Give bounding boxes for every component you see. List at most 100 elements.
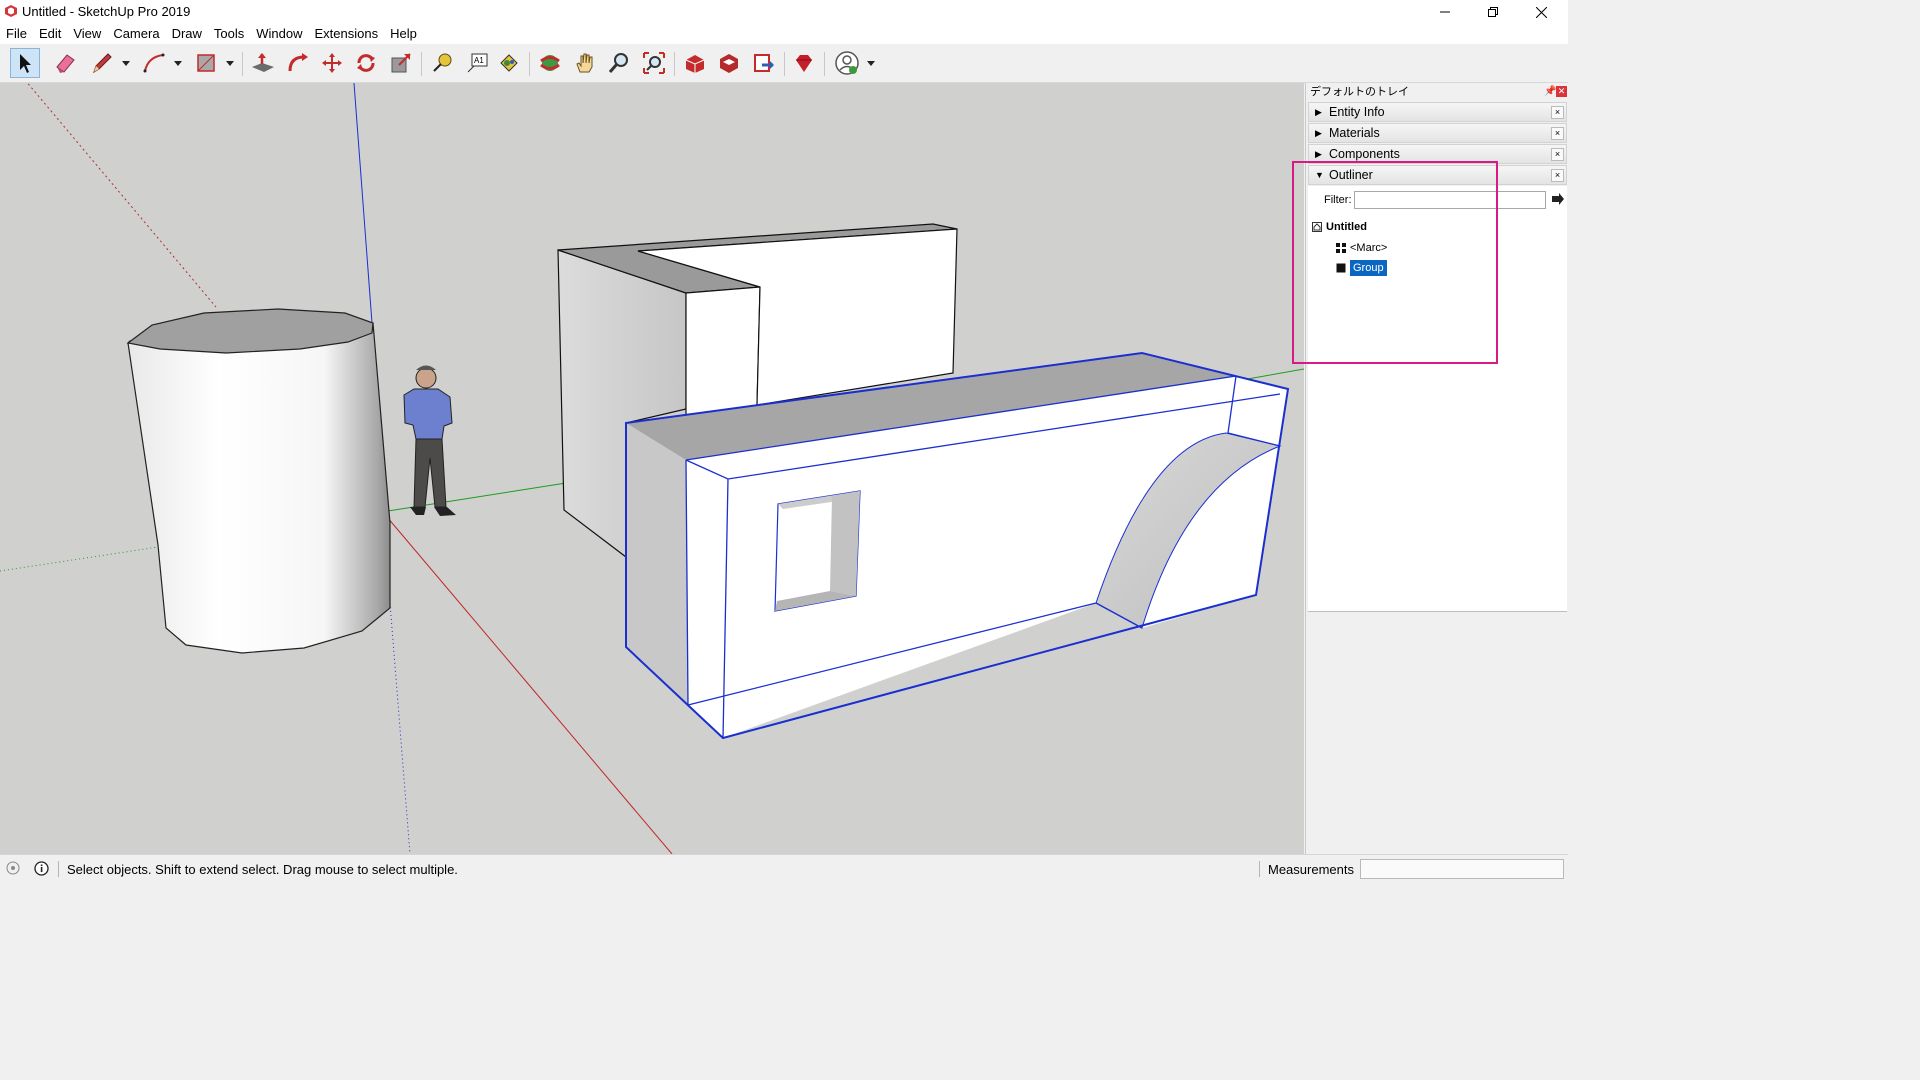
orbit-tool-button[interactable] xyxy=(535,48,565,78)
close-window-button[interactable] xyxy=(1518,0,1564,24)
component-icon xyxy=(1336,243,1346,254)
extension-warehouse-icon xyxy=(720,54,738,73)
tape-measure-icon xyxy=(433,53,452,72)
rectangle-tool-dropdown-icon[interactable] xyxy=(225,58,235,68)
zoom-extents-tool-button[interactable] xyxy=(639,48,669,78)
minimize-icon xyxy=(1440,11,1450,13)
move-icon xyxy=(322,53,342,73)
panel-title: Entity Info xyxy=(1329,105,1385,119)
follow-me-tool-button[interactable] xyxy=(283,48,313,78)
menu-window[interactable]: Window xyxy=(250,24,308,44)
panel-close-icon[interactable]: × xyxy=(1551,148,1564,161)
scale-tool-button[interactable] xyxy=(386,48,416,78)
warehouse-icon xyxy=(685,55,705,73)
info-icon[interactable] xyxy=(34,861,49,876)
panel-close-icon[interactable]: × xyxy=(1551,106,1564,119)
measurements-input[interactable] xyxy=(1360,859,1564,879)
outliner-details-arrow-icon[interactable] xyxy=(1551,192,1565,206)
drawing-viewport[interactable] xyxy=(0,83,1304,854)
default-tray: デフォルトのトレイ 📌 ✕ ▶ Entity Info × ▶ Material… xyxy=(1305,83,1569,854)
outliner-body: Filter: Untitled <Marc> Group xyxy=(1308,186,1567,612)
arc-icon xyxy=(143,53,165,73)
select-tool-button[interactable] xyxy=(10,48,40,78)
panel-title: Outliner xyxy=(1329,168,1373,182)
panel-components[interactable]: ▶ Components × xyxy=(1308,144,1567,164)
menu-tools[interactable]: Tools xyxy=(208,24,250,44)
person-figure[interactable] xyxy=(403,365,456,517)
red-axis-negative xyxy=(26,83,217,308)
panel-outliner[interactable]: ▼ Outliner × xyxy=(1308,165,1567,185)
menu-help[interactable]: Help xyxy=(384,24,423,44)
outliner-root[interactable]: Untitled xyxy=(1312,218,1552,236)
filter-label: Filter: xyxy=(1324,194,1352,206)
zoom-extents-icon xyxy=(643,52,665,74)
toolbar-separator xyxy=(242,52,243,76)
pan-hand-icon xyxy=(576,53,593,73)
eraser-tool-button[interactable] xyxy=(50,48,80,78)
sketchup-app-icon xyxy=(5,5,17,17)
menu-draw[interactable]: Draw xyxy=(166,24,208,44)
pan-tool-button[interactable] xyxy=(570,48,600,78)
outliner-item-group[interactable]: Group xyxy=(1336,258,1387,278)
model-scene[interactable] xyxy=(0,83,1304,854)
status-bar: Select objects. Shift to extend select. … xyxy=(0,854,1568,883)
measurements-label: Measurements xyxy=(1268,862,1354,877)
rectangle-tool-button[interactable] xyxy=(191,48,221,78)
move-tool-button[interactable] xyxy=(317,48,347,78)
filter-input[interactable] xyxy=(1354,191,1546,209)
send-to-layout-button[interactable] xyxy=(749,48,779,78)
layout-icon xyxy=(754,54,774,72)
arc-tool-dropdown-icon[interactable] xyxy=(173,58,183,68)
3d-warehouse-button[interactable] xyxy=(680,48,710,78)
line-tool-button[interactable] xyxy=(87,48,117,78)
toolbar: A1 xyxy=(0,44,1568,83)
panel-entity-info[interactable]: ▶ Entity Info × xyxy=(1308,102,1567,122)
account-button[interactable] xyxy=(832,48,862,78)
minimize-button[interactable] xyxy=(1422,0,1468,24)
menu-file[interactable]: File xyxy=(0,24,33,44)
tape-measure-tool-button[interactable] xyxy=(427,48,457,78)
arc-tool-button[interactable] xyxy=(139,48,169,78)
push-pull-tool-button[interactable] xyxy=(248,48,278,78)
selected-group-model[interactable] xyxy=(625,351,1290,740)
paint-bucket-tool-button[interactable] xyxy=(494,48,524,78)
text-label-icon: A1 xyxy=(467,53,488,73)
menu-bar: File Edit View Camera Draw Tools Window … xyxy=(0,24,1568,44)
rectangle-icon xyxy=(197,54,215,72)
menu-edit[interactable]: Edit xyxy=(33,24,67,44)
restore-icon xyxy=(1488,7,1498,17)
rotate-icon xyxy=(357,54,375,72)
panel-materials[interactable]: ▶ Materials × xyxy=(1308,123,1567,143)
close-icon xyxy=(1535,6,1547,18)
account-dropdown-icon[interactable] xyxy=(866,58,876,68)
title-bar: Untitled - SketchUp Pro 2019 xyxy=(0,0,1568,24)
expand-arrow-icon: ▶ xyxy=(1315,149,1322,159)
extension-warehouse-button[interactable] xyxy=(714,48,744,78)
status-message: Select objects. Shift to extend select. … xyxy=(67,862,458,877)
panel-close-icon[interactable]: × xyxy=(1551,127,1564,140)
panel-close-icon[interactable]: × xyxy=(1551,169,1564,182)
geolocation-icon[interactable] xyxy=(6,861,20,875)
restore-button[interactable] xyxy=(1470,0,1516,24)
menu-view[interactable]: View xyxy=(67,24,107,44)
rotate-tool-button[interactable] xyxy=(351,48,381,78)
line-tool-dropdown-icon[interactable] xyxy=(121,58,131,68)
pencil-icon xyxy=(93,53,112,74)
status-separator xyxy=(1259,861,1260,877)
outliner-item-component[interactable]: <Marc> xyxy=(1336,238,1387,258)
pin-icon[interactable]: 📌 xyxy=(1544,86,1556,97)
tray-close-icon[interactable]: ✕ xyxy=(1556,86,1567,97)
collapse-arrow-icon: ▼ xyxy=(1315,170,1324,180)
cylinder-model[interactable] xyxy=(126,308,391,654)
menu-extensions[interactable]: Extensions xyxy=(309,24,385,44)
status-separator xyxy=(58,861,59,877)
extension-manager-button[interactable] xyxy=(789,48,819,78)
expand-arrow-icon: ▶ xyxy=(1315,128,1322,138)
menu-camera[interactable]: Camera xyxy=(107,24,165,44)
group-icon xyxy=(1336,263,1346,273)
tray-header: デフォルトのトレイ 📌 ✕ xyxy=(1306,83,1569,101)
green-axis-negative xyxy=(0,546,159,572)
zoom-tool-button[interactable] xyxy=(604,48,634,78)
text-tool-button[interactable]: A1 xyxy=(462,48,492,78)
toolbar-separator xyxy=(674,52,675,76)
